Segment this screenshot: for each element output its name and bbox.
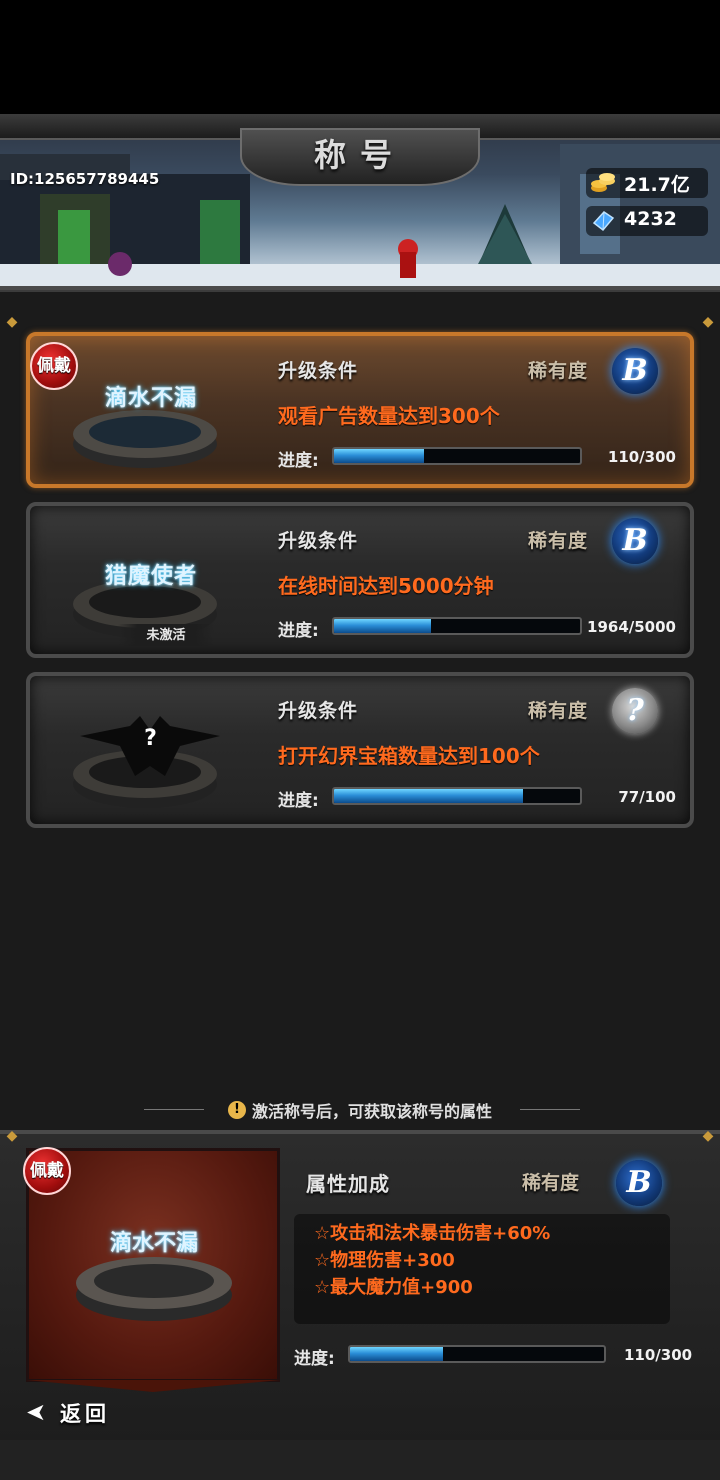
title-plate: 称号 (240, 128, 480, 186)
rarity-label: 稀有度 (528, 360, 589, 382)
attribute-item: ☆物理伤害+300 (314, 1250, 455, 1271)
rarity-badge: B (616, 1160, 662, 1206)
back-arrow-icon: ➤ (26, 1398, 47, 1426)
player-id: ID:125657789445 (10, 170, 160, 188)
rarity-badge: ? (612, 688, 658, 734)
rarity-label: 稀有度 (528, 700, 589, 722)
page-title: 称号 (313, 136, 406, 174)
progress-label: 进度: (278, 791, 319, 811)
equipped-badge: 佩戴 (23, 1147, 71, 1195)
progress-count: 77/100 (618, 788, 676, 806)
progress-label: 进度: (278, 451, 319, 471)
flag-tail (26, 1380, 280, 1392)
title-card-1[interactable]: 佩戴 滴水不漏 升级条件 稀有度 B 观看广告数量达到300个 进度: 110/… (26, 332, 694, 488)
requirement-text: 观看广告数量达到300个 (278, 404, 500, 428)
corner-ornament-icon: ◆ (6, 1128, 18, 1144)
requirement-text: 打开幻界宝箱数量达到100个 (278, 744, 540, 768)
rarity-badge: B (612, 518, 658, 564)
title-list-panel: ◆ ◆ 佩戴 滴水不漏 升级条件 稀有度 B 观看广告数量达到300个 进度: … (0, 290, 720, 1130)
condition-label: 升级条件 (278, 700, 359, 722)
progress-fill (334, 449, 425, 463)
bottom-strip (0, 1440, 720, 1480)
progress-bar (332, 617, 582, 635)
condition-label: 升级条件 (278, 360, 359, 382)
gold-amount: 21.7亿 (624, 174, 690, 196)
title-emblem: 猎魔使者 (104, 564, 197, 589)
rarity-label: 稀有度 (528, 530, 589, 552)
gold-coins-icon (591, 173, 615, 192)
blue-gem-icon (592, 211, 615, 232)
title-card-2[interactable]: 猎魔使者 未激活 升级条件 稀有度 B 在线时间达到5000分钟 进度: 196… (26, 502, 694, 658)
corner-ornament-icon: ◆ (702, 314, 714, 330)
gem-counter: 4232 (586, 206, 708, 236)
attribute-item: ☆攻击和法术暴击伤害+60% (314, 1223, 551, 1244)
attribute-bonus-title: 属性加成 (306, 1172, 390, 1196)
rarity-label: 稀有度 (522, 1172, 580, 1194)
inactive-tag: 未激活 (118, 624, 214, 646)
progress-count: 110/300 (624, 1346, 693, 1364)
back-button[interactable]: ➤ 返回 (26, 1396, 126, 1428)
progress-label: 进度: (278, 621, 319, 641)
hint-divider (520, 1109, 580, 1110)
activation-hint: ! 激活称号后，可获取该称号的属性 (0, 1098, 720, 1122)
progress-count: 110/300 (607, 448, 676, 466)
rarity-badge: B (612, 348, 658, 394)
title-card-3[interactable]: ? 升级条件 稀有度 ? 打开幻界宝箱数量达到100个 进度: 77/100 (26, 672, 694, 828)
hint-divider (144, 1109, 204, 1110)
requirement-text: 在线时间达到5000分钟 (278, 574, 494, 598)
corner-ornament-icon: ◆ (6, 314, 18, 330)
progress-fill (334, 789, 524, 803)
status-area (0, 0, 720, 114)
gold-counter: 21.7亿 (586, 168, 708, 198)
title-banner-flag: 佩戴 滴水不漏 (23, 1147, 280, 1382)
progress-bar (332, 447, 582, 465)
title-emblem: 滴水不漏 (104, 386, 197, 411)
corner-ornament-icon: ◆ (702, 1128, 714, 1144)
title-emblem: 滴水不漏 (109, 1231, 198, 1256)
progress-count: 1964/5000 (587, 618, 676, 636)
hint-text: 激活称号后，可获取该称号的属性 (251, 1102, 492, 1121)
warning-icon: ! (227, 1101, 246, 1119)
progress-fill (334, 619, 431, 633)
header-banner: 称号 ID:125657789445 21.7亿 4232 (0, 114, 720, 290)
progress-label: 进度: (294, 1349, 335, 1369)
condition-label: 升级条件 (278, 530, 359, 552)
gem-amount: 4232 (624, 208, 677, 230)
back-label: 返回 (60, 1402, 110, 1426)
title-detail-panel: ◆ ◆ 佩戴 滴水不漏 属性加成 稀有度 B ☆攻击和法术暴击伤害+60% ☆物… (0, 1128, 720, 1440)
progress-bar (332, 787, 582, 805)
attribute-list: ☆攻击和法术暴击伤害+60% ☆物理伤害+300 ☆最大魔力值+900 (294, 1214, 670, 1324)
equipped-badge: 佩戴 (30, 342, 78, 390)
attribute-item: ☆最大魔力值+900 (314, 1277, 473, 1298)
unknown-title-mark: ? (144, 726, 158, 751)
progress-fill (350, 1347, 444, 1361)
progress-bar (348, 1345, 606, 1363)
